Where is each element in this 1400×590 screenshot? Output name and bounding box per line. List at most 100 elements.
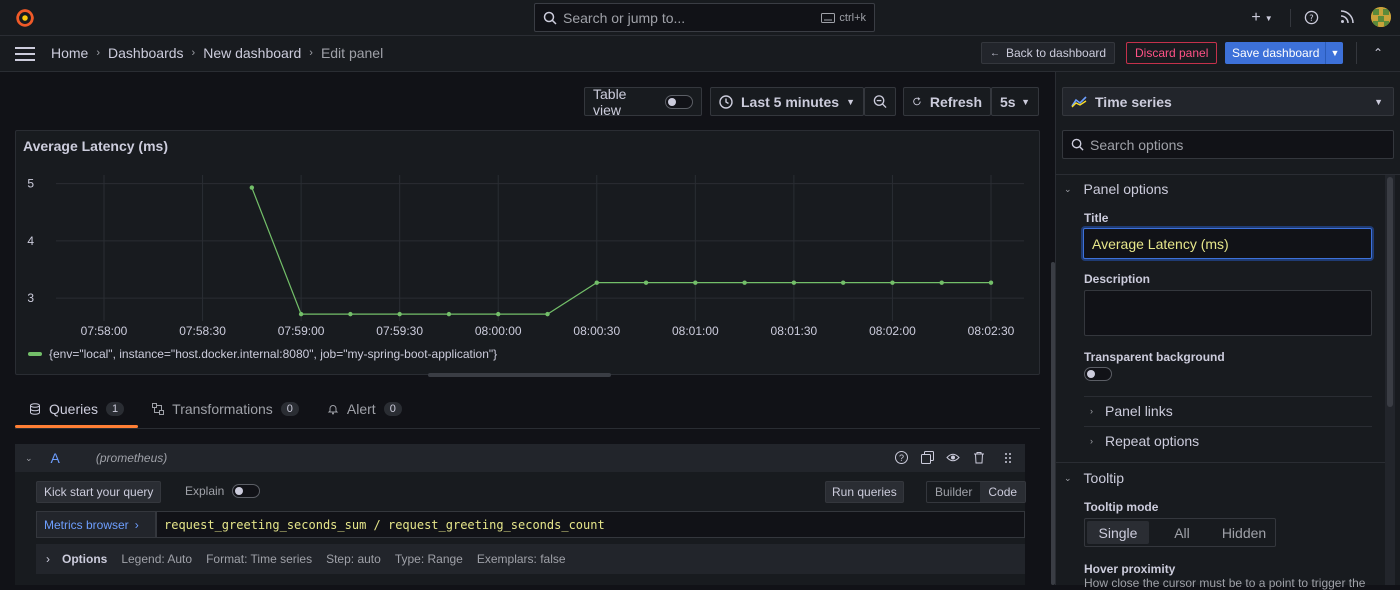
tooltip-mode-label: Tooltip mode <box>1084 500 1159 514</box>
data-point <box>890 280 895 285</box>
panel-title[interactable]: Average Latency (ms) <box>23 138 168 154</box>
section-panel-links[interactable]: › Panel links <box>1090 403 1173 419</box>
section-repeat-options[interactable]: › Repeat options <box>1090 433 1199 449</box>
data-point <box>693 280 698 285</box>
section-panel-options[interactable]: ⌄ Panel options <box>1064 181 1168 197</box>
chevron-right-icon: › <box>191 47 196 59</box>
explain-switch[interactable] <box>232 484 261 498</box>
breadcrumb-new-dashboard[interactable]: New dashboard <box>203 45 301 61</box>
query-ref-id[interactable]: A <box>51 450 60 466</box>
grafana-logo-icon[interactable] <box>14 7 36 29</box>
breadcrumb-dashboards[interactable]: Dashboards <box>108 45 184 61</box>
explain-toggle[interactable]: Explain <box>185 484 261 498</box>
panel-title-input[interactable]: Average Latency (ms) <box>1083 228 1372 259</box>
kick-start-button[interactable]: Kick start your query <box>36 481 162 503</box>
divider <box>1356 42 1357 64</box>
table-view-switch[interactable] <box>665 94 693 109</box>
avatar-icon <box>1371 7 1391 27</box>
divider <box>1290 9 1291 27</box>
query-options-row[interactable]: › Options Legend: Auto Format: Time seri… <box>36 544 1025 574</box>
mode-builder[interactable]: Builder <box>927 482 980 502</box>
data-point <box>988 280 994 285</box>
chevron-right-icon: › <box>46 552 50 566</box>
refresh-button[interactable]: Refresh <box>903 87 991 116</box>
run-queries-button[interactable]: Run queries <box>825 481 904 503</box>
save-dashboard-button[interactable]: Save dashboard ▼ <box>1225 42 1344 64</box>
option-step: Step: auto <box>326 552 381 566</box>
editor-mode-switch: Builder Code <box>926 481 1027 503</box>
sidebar-scrollbar[interactable] <box>1385 175 1395 585</box>
data-point <box>791 280 797 285</box>
search-bar[interactable]: Search or jump to... ctrl+k <box>534 3 875 32</box>
transparent-background-switch[interactable] <box>1084 367 1112 381</box>
help-icon: ? <box>1304 10 1318 24</box>
tab-alert[interactable]: Alert 0 <box>313 398 416 428</box>
refresh-interval-picker[interactable]: 5s ▼ <box>991 87 1039 116</box>
user-avatar[interactable] <box>1371 7 1391 27</box>
panel-resize-handle[interactable] <box>428 373 611 377</box>
scrollbar-thumb[interactable] <box>1387 177 1393 407</box>
y-tick-label: 4 <box>27 234 34 248</box>
visualization-picker[interactable]: Time series ▼ <box>1062 87 1394 116</box>
breadcrumb-home[interactable]: Home <box>51 45 88 61</box>
x-tick-label: 08:00:30 <box>573 324 620 338</box>
arrow-left-icon: ← <box>990 47 1000 59</box>
query-datasource: (prometheus) <box>95 451 168 465</box>
chevron-down-icon: ▼ <box>1374 96 1383 107</box>
tab-transformations[interactable]: Transformations 0 <box>138 398 313 428</box>
tooltip-mode-all[interactable]: All <box>1151 519 1213 546</box>
y-tick-label: 3 <box>27 291 34 305</box>
chevron-down-icon: ▼ <box>1021 96 1030 107</box>
option-exemplars: Exemplars: false <box>476 552 566 566</box>
options-search-input[interactable]: Search options <box>1062 130 1394 159</box>
transparent-background-label: Transparent background <box>1084 350 1225 364</box>
mode-code[interactable]: Code <box>980 482 1026 502</box>
rss-icon <box>1340 10 1354 24</box>
news-button[interactable] <box>1338 8 1356 26</box>
chart-legend[interactable]: {env="local", instance="host.docker.inte… <box>28 347 497 361</box>
divider <box>1055 174 1400 175</box>
title-label: Title <box>1084 211 1109 225</box>
tooltip-mode-hidden[interactable]: Hidden <box>1213 519 1275 546</box>
add-new-button[interactable]: + ▼ <box>1248 9 1276 27</box>
tab-queries[interactable]: Queries 1 <box>15 398 139 428</box>
menu-icon[interactable] <box>15 47 35 61</box>
options-label: Options <box>62 552 108 566</box>
hover-proximity-label: Hover proximity <box>1084 562 1176 576</box>
chevron-down-icon: ⌄ <box>1064 472 1072 483</box>
data-point <box>643 280 649 285</box>
zoom-out-button[interactable] <box>864 87 896 116</box>
tooltip-mode-single[interactable]: Single <box>1087 521 1149 544</box>
transform-icon <box>152 403 165 415</box>
table-view-toggle[interactable]: Table view <box>584 86 702 118</box>
latency-chart[interactable]: 5 4 3 07:58:00 07:58:30 07:59:00 07:59:30 08:00… <box>16 161 1039 371</box>
legend-swatch <box>28 352 42 356</box>
metrics-browser-button[interactable]: Metrics browser › <box>36 511 156 538</box>
duplicate-icon[interactable] <box>921 451 934 464</box>
help-button[interactable]: ? <box>1302 8 1320 26</box>
x-tick-label: 07:58:00 <box>81 324 128 338</box>
breadcrumb-edit-panel: Edit panel <box>320 45 384 61</box>
data-point <box>397 311 402 317</box>
refresh-icon <box>913 97 921 106</box>
chevron-down-icon[interactable]: ▼ <box>1325 42 1343 64</box>
time-range-picker[interactable]: Last 5 minutes ▼ <box>710 87 864 116</box>
query-row-header[interactable]: ⌄ A (prometheus) ? <box>15 444 1025 472</box>
divider <box>15 428 1040 429</box>
hover-proximity-description: How close the cursor must be to a point … <box>1084 576 1366 590</box>
keyboard-icon <box>821 12 836 23</box>
collapse-button[interactable]: ⌃ <box>1370 45 1386 61</box>
eye-icon[interactable] <box>946 452 960 463</box>
description-textarea[interactable] <box>1084 290 1372 336</box>
back-to-dashboard-button[interactable]: ← Back to dashboard <box>981 42 1116 64</box>
drag-handle-icon[interactable] <box>1004 452 1012 464</box>
tab-count: 0 <box>280 402 299 416</box>
section-tooltip[interactable]: ⌄ Tooltip <box>1064 470 1124 486</box>
help-icon[interactable]: ? <box>895 451 908 464</box>
chevron-down-icon[interactable]: ⌄ <box>25 453 33 464</box>
data-point <box>545 311 550 317</box>
query-expression-input[interactable]: request_greeting_seconds_sum / request_g… <box>156 511 1025 538</box>
discard-panel-button[interactable]: Discard panel <box>1126 42 1218 64</box>
data-point <box>348 311 353 317</box>
trash-icon[interactable] <box>973 451 985 464</box>
